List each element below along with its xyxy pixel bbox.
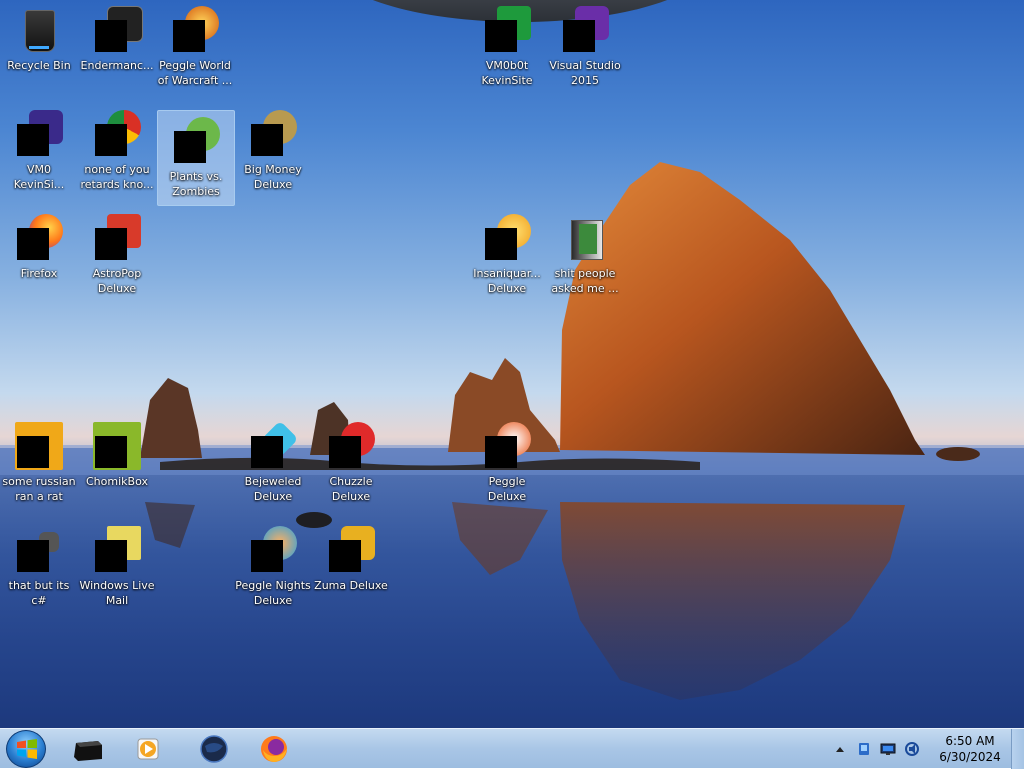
desktop-icon-recycle-bin[interactable]: Recycle Bin	[0, 0, 78, 96]
windows-live-mail-icon	[93, 526, 141, 574]
icon-label: Endermanc...	[80, 59, 154, 72]
chuzzle-icon	[327, 422, 375, 470]
icon-label: AstroPop Deluxe	[92, 267, 142, 295]
chrome-icon	[93, 110, 141, 158]
taskbar-media-player-button[interactable]	[126, 732, 170, 766]
desktop-icon-vm0b0t-kevinsite[interactable]: VM0b0t KevinSite	[468, 0, 546, 96]
windows-logo-icon	[17, 739, 37, 759]
icon-label: Zuma Deluxe	[314, 579, 388, 592]
bejeweled-icon	[249, 420, 299, 470]
insaniquarium-icon	[483, 214, 531, 262]
desktop[interactable]: Recycle Bin Endermanc... Peggle World of…	[0, 0, 1024, 728]
icon-label: Windows Live Mail	[79, 579, 155, 607]
system-tray: 6:50 AM 6/30/2024	[828, 729, 1006, 769]
folder-icon	[561, 214, 609, 262]
desktop-icon-bejeweled-deluxe[interactable]: Bejeweled Deluxe	[234, 416, 312, 512]
desktop-icon-big-money-deluxe[interactable]: Big Money Deluxe	[234, 104, 312, 200]
icon-label: ChomikBox	[86, 475, 148, 488]
firefox-icon	[261, 736, 287, 762]
icon-label: Big Money Deluxe	[244, 163, 302, 191]
desktop-icon-chuzzle-deluxe[interactable]: Chuzzle Deluxe	[312, 416, 390, 512]
icon-label: Peggle Deluxe	[487, 475, 527, 503]
start-button[interactable]	[6, 730, 46, 768]
icon-label: Peggle Nights Deluxe	[235, 579, 311, 607]
terminal-icon	[74, 741, 102, 761]
visual-studio-icon	[561, 6, 609, 54]
icon-label: VM0b0t KevinSite	[481, 59, 533, 87]
peggle-world-of-warcraft-icon	[171, 6, 219, 54]
shortcut-icon	[483, 6, 531, 54]
file-icon	[15, 526, 63, 574]
desktop-icon-that-but-its-csharp[interactable]: that but its c#	[0, 520, 78, 616]
icon-label: Visual Studio 2015	[549, 59, 621, 87]
desktop-icon-firefox[interactable]: Firefox	[0, 208, 78, 304]
desktop-icon-endermanch[interactable]: Endermanc...	[78, 0, 156, 96]
icon-label: Firefox	[20, 267, 58, 280]
icon-label: VM0 KevinSi...	[13, 163, 65, 191]
icon-label: Bejeweled Deluxe	[244, 475, 302, 503]
desktop-icon-zuma-deluxe[interactable]: Zuma Deluxe	[312, 520, 390, 616]
clock-time: 6:50 AM	[945, 734, 995, 748]
terminal-icon	[93, 6, 143, 54]
big-money-icon	[249, 110, 297, 158]
desktop-icon-insaniquarium-deluxe[interactable]: Insaniquar... Deluxe	[468, 208, 546, 304]
desktop-icon-peggle-nights-deluxe[interactable]: Peggle Nights Deluxe	[234, 520, 312, 616]
icon-label: Plants vs. Zombies	[169, 170, 223, 198]
show-desktop-button[interactable]	[1011, 729, 1024, 769]
icon-label: Chuzzle Deluxe	[329, 475, 373, 503]
recycle-bin-icon	[15, 6, 63, 54]
network-icon[interactable]	[880, 741, 896, 757]
shortcut-icon	[15, 110, 63, 158]
icon-label: Peggle World of Warcraft ...	[157, 59, 233, 87]
icon-label: none of you retards kno...	[80, 163, 154, 191]
desktop-icon-peggle-deluxe[interactable]: Peggle Deluxe	[468, 416, 546, 512]
clock-date: 6/30/2024	[939, 750, 1001, 764]
chomikbox-icon	[93, 422, 141, 470]
desktop-icon-some-russian-ran-a-rat[interactable]: some russian ran a rat	[0, 416, 78, 512]
desktop-icon-astropop-deluxe[interactable]: AstroPop Deluxe	[78, 208, 156, 304]
icon-label: Recycle Bin	[7, 59, 71, 72]
icon-label: shit people asked me ...	[551, 267, 619, 295]
plants-vs-zombies-icon	[172, 117, 220, 165]
firefox-icon	[15, 214, 63, 262]
device-icon[interactable]	[856, 741, 872, 757]
desktop-icon-plants-vs-zombies[interactable]: Plants vs. Zombies	[157, 110, 235, 206]
desktop-icon-chomikbox[interactable]: ChomikBox	[78, 416, 156, 512]
icon-label: some russian ran a rat	[2, 475, 76, 503]
astropop-icon	[93, 214, 141, 262]
taskbar-clock[interactable]: 6:50 AM 6/30/2024	[934, 733, 1006, 765]
taskbar-cmd-button[interactable]	[66, 732, 110, 766]
desktop-icon-chrome-shortcut[interactable]: none of you retards kno...	[78, 104, 156, 200]
taskbar-globe-button[interactable]	[192, 732, 236, 766]
taskbar: 6:50 AM 6/30/2024	[0, 728, 1024, 769]
desktop-icon-visual-studio-2015[interactable]: Visual Studio 2015	[546, 0, 624, 96]
peggle-nights-icon	[249, 526, 297, 574]
icon-label: that but its c#	[8, 579, 70, 607]
desktop-icon-peggle-world-of-warcraft[interactable]: Peggle World of Warcraft ...	[156, 0, 234, 96]
desktop-icon-vm0-kevinsite[interactable]: VM0 KevinSi...	[0, 104, 78, 200]
show-hidden-icons-arrow-icon[interactable]	[832, 741, 848, 757]
taskbar-firefox-button[interactable]	[252, 732, 296, 766]
globe-icon	[200, 735, 228, 763]
zuma-icon	[327, 526, 375, 574]
icon-label: Insaniquar... Deluxe	[473, 267, 541, 295]
media-player-icon	[137, 738, 159, 760]
desktop-icon-windows-live-mail[interactable]: Windows Live Mail	[78, 520, 156, 616]
peggle-icon	[483, 422, 531, 470]
file-icon	[15, 422, 63, 470]
volume-icon[interactable]	[904, 741, 920, 757]
desktop-icon-shit-people-asked-me-folder[interactable]: shit people asked me ...	[546, 208, 624, 304]
